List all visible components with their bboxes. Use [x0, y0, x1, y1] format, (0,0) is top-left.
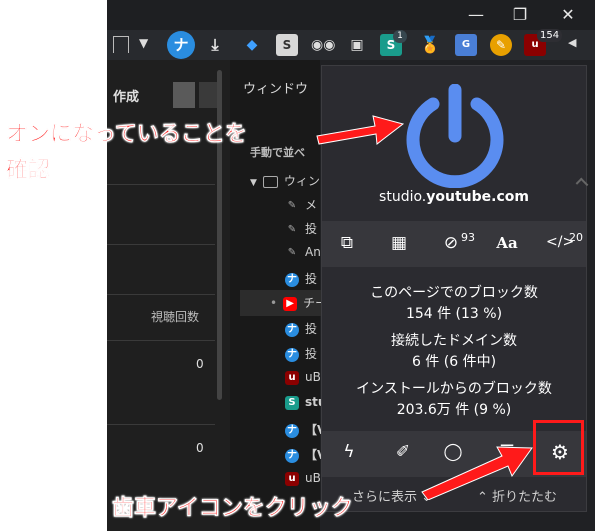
list-item-label: uB	[305, 370, 321, 384]
picture-in-picture-icon[interactable]: ▣	[346, 34, 368, 56]
annotation-bottom: 歯車アイコンをクリック	[112, 496, 353, 522]
glasses-icon[interactable]: ◉◉	[311, 34, 335, 56]
list-item[interactable]: ✎ An	[285, 245, 321, 267]
thumbnail	[199, 82, 217, 108]
window-heading: ウィンドウ	[243, 82, 309, 97]
list-item[interactable]: ナ投	[285, 270, 317, 292]
install-block-label: インストールからのブロック数	[356, 381, 552, 397]
font-icon[interactable]: Aa	[494, 234, 520, 252]
app-icon: ナ	[285, 347, 299, 362]
divider	[107, 340, 215, 341]
app-icon: ナ	[285, 423, 299, 438]
app-icon: ナ	[285, 322, 299, 337]
extension-badge: 1	[393, 30, 407, 43]
s-extension-icon: S	[285, 395, 299, 410]
views-label: 視聴回数	[151, 310, 200, 324]
annotation-arrow-bottom	[421, 446, 533, 500]
thumbnail	[173, 82, 195, 108]
pin-icon: ✎	[287, 246, 297, 258]
window-icon	[262, 175, 278, 188]
list-item[interactable]: ✎ メ	[285, 196, 317, 218]
list-item-label: 投	[305, 347, 318, 361]
list-item-label: An	[305, 245, 321, 259]
eyedropper-icon[interactable]: ✐	[392, 442, 414, 462]
s-icon[interactable]: S	[276, 34, 298, 56]
domain-prefix: studio.	[379, 189, 427, 205]
close-button[interactable]: ✕	[557, 4, 579, 26]
list-item-label: メ	[305, 198, 318, 212]
divider	[107, 184, 215, 185]
ublock-badge: 154	[537, 29, 563, 42]
more-label: さらに表示	[352, 490, 418, 505]
pencil-icon[interactable]: ✎	[490, 34, 512, 56]
list-item-label: uB	[305, 471, 321, 485]
ublock-icon: u	[285, 471, 299, 486]
page-block-value: 154 件 (13 %)	[405, 306, 503, 322]
list-item[interactable]: ✎ 投	[285, 220, 317, 242]
sort-label: 手動で並べ	[250, 146, 305, 159]
domain-main: youtube.com	[426, 189, 529, 205]
popup-blocker-icon[interactable]: ⧉	[336, 233, 358, 253]
view-count: 0	[196, 441, 204, 455]
annotation-top-line2: 確認	[6, 158, 51, 184]
chevron-down-icon[interactable]: ▼	[139, 36, 148, 50]
annotation-arrow-top	[316, 115, 405, 145]
medal-icon[interactable]: 🏅	[419, 34, 441, 56]
domains-value: 6 件 (6 件中)	[411, 354, 497, 370]
chevron-down-icon: ▼	[250, 178, 257, 188]
list-item-label: 投	[305, 272, 318, 286]
youtube-icon: ▶	[283, 296, 298, 311]
filter-toolbar: ⧉ ▦ ⊘ 93 Aa </> 20	[322, 221, 586, 267]
code-icon[interactable]: </>	[546, 234, 574, 250]
grid-icon[interactable]: ◆	[241, 34, 263, 56]
app-icon: ナ	[285, 272, 299, 287]
list-item[interactable]: ナ投	[285, 320, 317, 342]
list-item[interactable]: u uB	[285, 370, 321, 392]
script-count: 20	[569, 231, 583, 244]
view-count: 0	[196, 357, 204, 371]
media-icon[interactable]: ▦	[388, 233, 410, 253]
pin-icon: ✎	[287, 199, 297, 211]
divider	[107, 244, 215, 245]
cosmetic-filter-icon[interactable]: ⊘	[440, 233, 462, 253]
site-domain: studio.youtube.com	[322, 189, 586, 205]
title-bar: — ❐ ✕	[107, 0, 595, 30]
gear-highlight-box	[533, 420, 584, 475]
list-item[interactable]: • ▶ チー	[270, 294, 327, 316]
create-label: 作成	[113, 90, 140, 105]
page-block-label: このページでのブロック数	[370, 285, 538, 301]
translate-icon[interactable]: G	[455, 34, 477, 56]
app-icon: ナ	[285, 448, 299, 463]
install-block-value: 203.6万 件 (9 %)	[396, 402, 512, 418]
list-item-label: 投	[305, 222, 318, 236]
divider	[107, 294, 215, 295]
annotation-top: オンになっていることを	[6, 122, 247, 148]
pin-icon: ✎	[287, 223, 297, 235]
restore-button[interactable]: ❐	[509, 4, 531, 26]
cosmetic-count: 93	[461, 231, 475, 244]
ublock-icon: u	[285, 370, 299, 385]
minimize-button[interactable]: —	[465, 4, 487, 26]
power-icon[interactable]	[403, 84, 507, 188]
lightning-icon[interactable]: ϟ	[338, 442, 360, 462]
divider	[107, 424, 215, 425]
list-item[interactable]: ▼ ウィン	[250, 172, 320, 194]
app-extension-icon[interactable]: ナ	[167, 31, 195, 59]
list-item[interactable]: ナ投	[285, 345, 317, 367]
bookmark-icon[interactable]	[113, 36, 129, 53]
list-item-label: 投	[305, 322, 318, 336]
extensions-chevron-icon[interactable]: ◀	[568, 36, 576, 49]
list-item-label: ウィン	[283, 174, 320, 188]
download-icon[interactable]: ⤓	[204, 34, 226, 56]
domains-label: 接続したドメイン数	[391, 333, 517, 349]
